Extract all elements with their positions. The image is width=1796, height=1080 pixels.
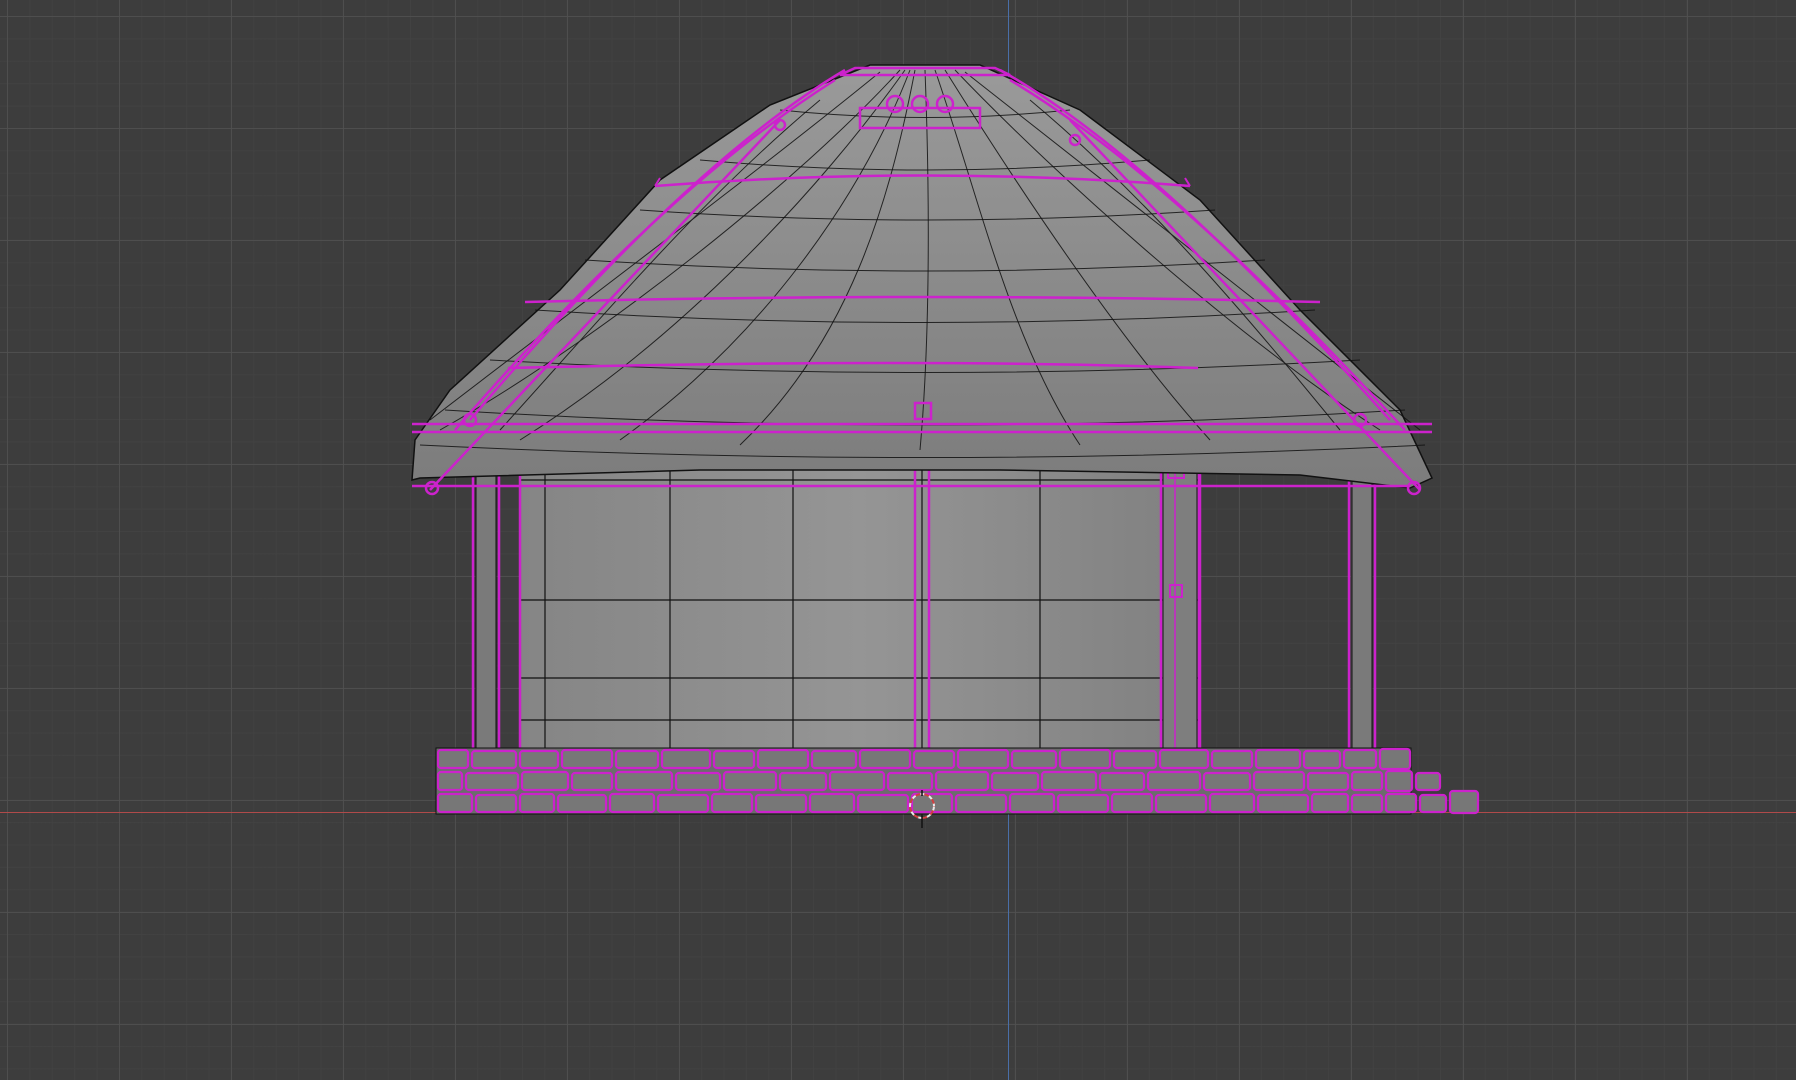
3d-viewport[interactable]: [0, 0, 1796, 1080]
thatched-roof[interactable]: [411, 64, 1434, 496]
stone-foundation[interactable]: [435, 747, 1480, 815]
hut-model[interactable]: [0, 0, 1796, 1080]
